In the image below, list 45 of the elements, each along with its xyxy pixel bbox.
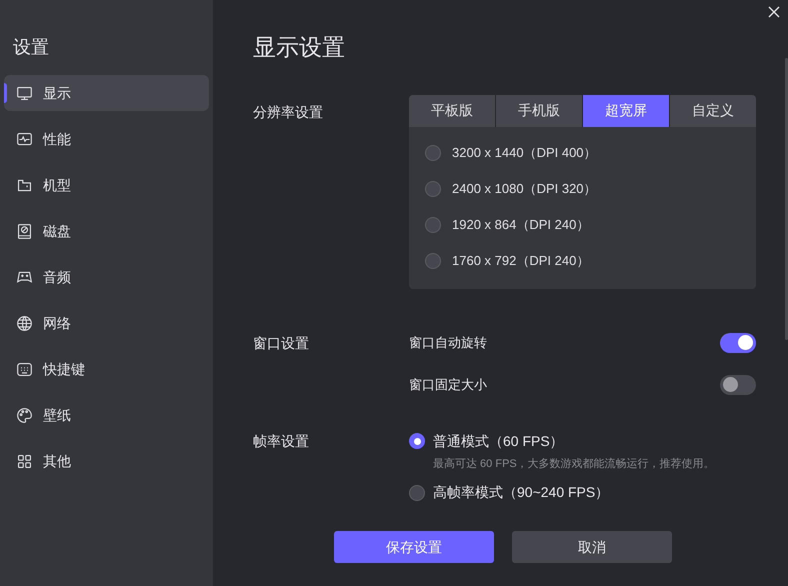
resolution-tab[interactable]: 手机版 [496, 94, 582, 126]
toggle-switch[interactable] [720, 332, 756, 352]
radio-label[interactable]: 1760 x 792（DPI 240） [452, 250, 590, 270]
section-label: 分辨率设置 [253, 102, 324, 122]
close-icon[interactable] [767, 5, 781, 19]
resolution-tab[interactable]: 平板版 [409, 94, 495, 126]
activity-icon [16, 130, 33, 148]
sidebar-item[interactable]: 显示 [4, 75, 209, 111]
resolution-tab[interactable]: 自定义 [670, 94, 756, 126]
globe-icon [16, 314, 33, 332]
sidebar-title: 设置 [13, 36, 49, 59]
sidebar-item[interactable]: 网络 [4, 305, 209, 341]
monitor-icon [16, 84, 33, 102]
radio-label[interactable]: 2400 x 1080（DPI 320） [452, 178, 597, 198]
radio-label[interactable]: 高帧率模式（90~240 FPS） [433, 482, 610, 503]
toggle-switch[interactable] [720, 374, 756, 394]
sidebar-item[interactable]: 其他 [4, 443, 209, 479]
sidebar-item[interactable]: 壁纸 [4, 397, 209, 433]
radio-button[interactable] [409, 433, 425, 449]
toggle-label: 窗口自动旋转 [409, 334, 487, 352]
radio-button[interactable] [425, 144, 441, 160]
sidebar-item[interactable]: 音频 [4, 259, 209, 295]
page-title: 显示设置 [253, 33, 345, 62]
radio-button[interactable] [425, 216, 441, 232]
toggle-label: 窗口固定大小 [409, 376, 487, 394]
keyboard-icon [16, 360, 33, 378]
sidebar-item[interactable]: 机型 [4, 167, 209, 203]
section-label: 窗口设置 [253, 334, 310, 352]
resolution-tab[interactable]: 超宽屏 [583, 94, 669, 126]
radio-label[interactable]: 3200 x 1440（DPI 400） [452, 142, 597, 162]
sidebar-item[interactable]: 快捷键 [4, 351, 209, 387]
option-description: 最高可达 60 FPS，大多数游戏都能流畅运行，推荐使用。 [432, 456, 715, 472]
radio-label[interactable]: 普通模式（60 FPS） [433, 430, 564, 452]
grid-icon [16, 452, 33, 470]
save-button[interactable]: 保存设置 [334, 531, 494, 563]
radio-button[interactable] [425, 180, 441, 196]
section-label: 帧率设置 [253, 432, 310, 450]
sidebar-item[interactable]: 磁盘 [4, 213, 209, 249]
radio-button[interactable] [409, 484, 425, 500]
scrollbar[interactable] [785, 58, 788, 340]
radio-label[interactable]: 1920 x 864（DPI 240） [452, 214, 590, 234]
radio-button[interactable] [425, 252, 441, 268]
cancel-button[interactable]: 取消 [512, 531, 672, 563]
sidebar-item[interactable]: 性能 [4, 121, 209, 157]
palette-icon [16, 406, 33, 424]
